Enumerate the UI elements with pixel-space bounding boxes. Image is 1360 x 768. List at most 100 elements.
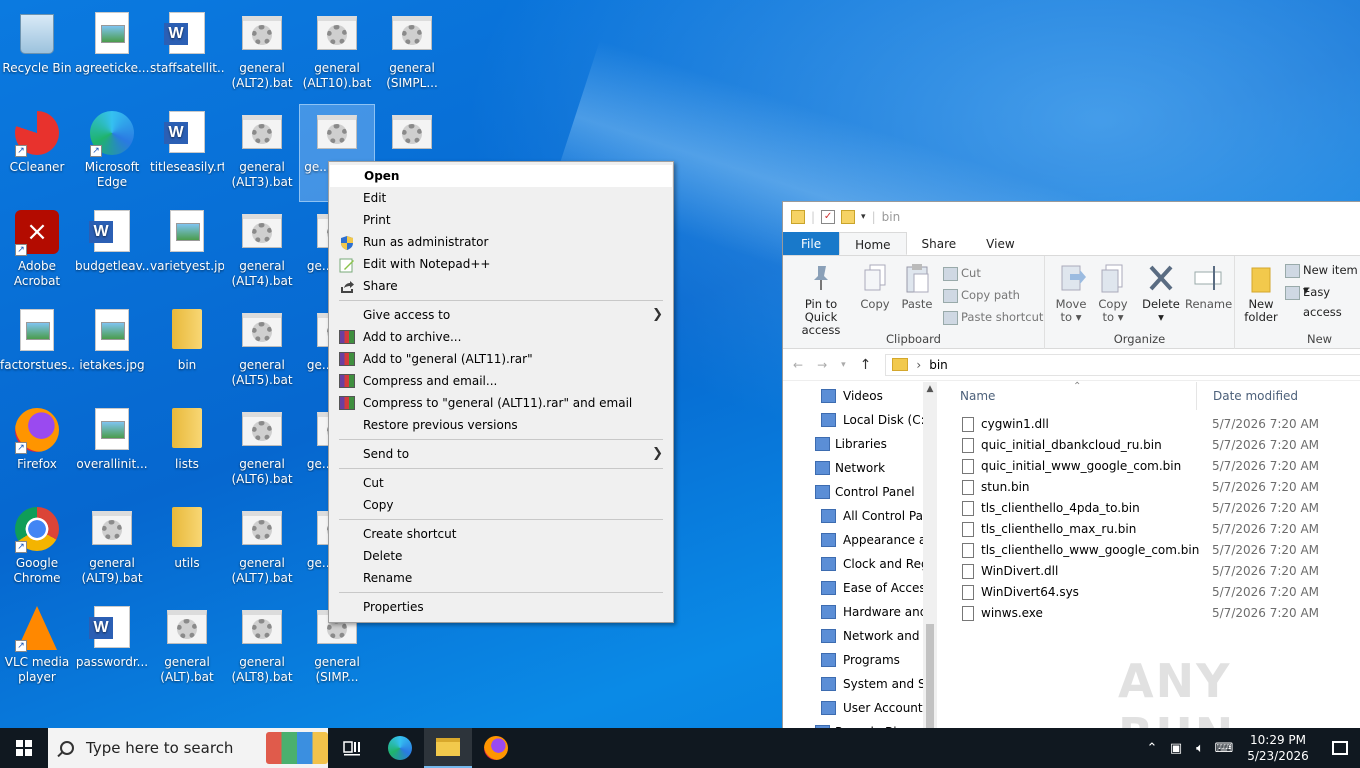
menu-compress-email[interactable]: Compress and email... xyxy=(329,370,673,392)
desktop-icon[interactable]: general (ALT5).bat xyxy=(225,303,299,399)
chevron-up-icon[interactable]: ⌃ xyxy=(1140,741,1164,756)
forward-arrow-icon[interactable]: → xyxy=(817,358,827,372)
address-path[interactable]: › bin xyxy=(885,353,1360,376)
copy-to-button[interactable]: Copy to ▾ xyxy=(1093,262,1133,324)
nav-item[interactable]: Network and Internet xyxy=(783,624,923,648)
nav-item[interactable]: Libraries xyxy=(783,432,923,456)
desktop-icon[interactable]: ietakes.jpg xyxy=(75,303,149,399)
desktop-icon[interactable]: general (ALT9).bat xyxy=(75,501,149,597)
nav-scrollbar[interactable]: ▲ xyxy=(923,382,937,728)
move-to-button[interactable]: Move to ▾ xyxy=(1051,262,1091,324)
task-view-button[interactable] xyxy=(328,728,376,768)
file-row[interactable]: winws.exe 5/7/2026 7:20 AM xyxy=(943,603,1360,624)
nav-item[interactable]: Network xyxy=(783,456,923,480)
tab-share[interactable]: Share xyxy=(907,232,972,255)
menu-give-access[interactable]: Give access to ❯ xyxy=(329,304,673,326)
desktop-icon[interactable]: Wstaffsatellit... xyxy=(150,6,224,102)
start-button[interactable] xyxy=(0,728,48,768)
nav-item[interactable]: All Control Panel Items xyxy=(783,504,923,528)
desktop-icon[interactable]: utils xyxy=(150,501,224,597)
pin-quick-access-button[interactable]: Pin to Quick access xyxy=(787,262,855,337)
menu-send-to[interactable]: Send to ❯ xyxy=(329,443,673,465)
scroll-up-icon[interactable]: ▲ xyxy=(923,382,937,396)
desktop-icon[interactable]: general (ALT3).bat xyxy=(225,105,299,201)
desktop-icon[interactable]: ↗ CCleaner xyxy=(0,105,74,201)
desktop-icon[interactable]: ↗ VLC media player xyxy=(0,600,74,696)
new-folder-button[interactable]: New folder xyxy=(1239,262,1283,324)
menu-create-shortcut[interactable]: Create shortcut xyxy=(329,523,673,545)
desktop-icon[interactable]: bin xyxy=(150,303,224,399)
file-row[interactable]: WinDivert64.sys 5/7/2026 7:20 AM xyxy=(943,582,1360,603)
taskbar-file-explorer[interactable] xyxy=(424,728,472,768)
paste-button[interactable]: Paste xyxy=(897,262,937,311)
network-icon[interactable]: ▣ xyxy=(1164,741,1188,756)
column-date-modified[interactable]: Date modified xyxy=(1197,382,1298,410)
file-row[interactable]: quic_initial_dbankcloud_ru.bin 5/7/2026 7… xyxy=(943,435,1360,456)
menu-open[interactable]: Open xyxy=(330,165,672,187)
copy-path-button[interactable]: Copy path xyxy=(943,285,1020,305)
nav-item[interactable]: Ease of Access xyxy=(783,576,923,600)
nav-scroll-thumb[interactable] xyxy=(926,624,934,728)
nav-item[interactable]: Control Panel xyxy=(783,480,923,504)
file-row[interactable]: cygwin1.dll 5/7/2026 7:20 AM xyxy=(943,414,1360,435)
menu-add-to-archive[interactable]: Add to archive... xyxy=(329,326,673,348)
delete-button[interactable]: Delete ▾ xyxy=(1141,262,1181,324)
file-row[interactable]: tls_clienthello_4pda_to.bin 5/7/2026 7:20… xyxy=(943,498,1360,519)
nav-item[interactable]: User Accounts xyxy=(783,696,923,720)
tab-view[interactable]: View xyxy=(971,232,1029,255)
rename-button[interactable]: Rename xyxy=(1185,262,1232,311)
file-row[interactable]: quic_initial_www_google_com.bin 5/7/2026 … xyxy=(943,456,1360,477)
nav-item[interactable]: Programs xyxy=(783,648,923,672)
desktop-icon[interactable]: general (ALT2).bat xyxy=(225,6,299,102)
menu-delete[interactable]: Delete xyxy=(329,545,673,567)
cut-button[interactable]: Cut xyxy=(943,263,981,283)
file-row[interactable]: tls_clienthello_max_ru.bin 5/7/2026 7:20 … xyxy=(943,519,1360,540)
menu-edit[interactable]: Edit xyxy=(329,187,673,209)
properties-check-icon[interactable]: ✓ xyxy=(821,210,836,224)
easy-access-button[interactable]: Easy access xyxy=(1285,282,1360,319)
copy-button[interactable]: Copy xyxy=(855,262,895,311)
paste-shortcut-button[interactable]: Paste shortcut xyxy=(943,307,1043,327)
nav-item[interactable]: Clock and Region xyxy=(783,552,923,576)
desktop-icon[interactable]: factorstues... xyxy=(0,303,74,399)
notification-button[interactable] xyxy=(1320,728,1360,768)
new-item-button[interactable]: New item ▾ xyxy=(1285,260,1360,297)
tab-home[interactable]: Home xyxy=(839,232,907,255)
desktop-icon[interactable]: overallinit... xyxy=(75,402,149,498)
taskbar-firefox[interactable] xyxy=(472,728,520,768)
up-arrow-icon[interactable]: ↑ xyxy=(860,357,872,373)
desktop-icon[interactable]: ↗ Microsoft Edge xyxy=(75,105,149,201)
desktop-icon[interactable]: Wpasswordr... xyxy=(75,600,149,696)
desktop-icon[interactable]: general (ALT10).bat xyxy=(300,6,374,102)
nav-item[interactable]: Videos xyxy=(783,384,923,408)
menu-add-to-rar[interactable]: Add to "general (ALT11).rar" xyxy=(329,348,673,370)
column-name[interactable]: ⌃ Name xyxy=(943,381,1197,410)
nav-item[interactable]: Appearance and Personalization xyxy=(783,528,923,552)
tab-file[interactable]: File xyxy=(783,232,840,255)
menu-print[interactable]: Print xyxy=(329,209,673,231)
desktop-icon[interactable]: general (ALT).bat xyxy=(150,600,224,696)
new-folder-icon[interactable] xyxy=(841,210,856,224)
desktop-icon[interactable]: varietyest.jpg xyxy=(150,204,224,300)
menu-run-as-admin[interactable]: Run as administrator xyxy=(329,231,673,253)
desktop-icon[interactable]: ↗ Firefox xyxy=(0,402,74,498)
desktop-icon[interactable]: general (ALT7).bat xyxy=(225,501,299,597)
keyboard-icon[interactable]: ⌨ xyxy=(1212,741,1236,756)
file-row[interactable]: stun.bin 5/7/2026 7:20 AM xyxy=(943,477,1360,498)
nav-item[interactable]: Recycle Bin xyxy=(783,720,923,728)
desktop-icon[interactable]: Wbudgetleav... xyxy=(75,204,149,300)
desktop-icon[interactable]: general (ALT8).bat xyxy=(225,600,299,696)
back-arrow-icon[interactable]: ← xyxy=(793,358,803,372)
nav-item[interactable]: System and Security xyxy=(783,672,923,696)
desktop-icon[interactable]: agreeticke... xyxy=(75,6,149,102)
desktop-icon[interactable]: general (ALT6).bat xyxy=(225,402,299,498)
desktop-icon[interactable]: ⨯ ↗ Adobe Acrobat xyxy=(0,204,74,300)
taskbar-search[interactable]: Type here to search xyxy=(48,728,328,768)
desktop-icon[interactable]: Wtitleseasily.rtf xyxy=(150,105,224,201)
desktop-icon[interactable]: general (ALT4).bat xyxy=(225,204,299,300)
nav-item[interactable]: Hardware and Sound xyxy=(783,600,923,624)
desktop-icon[interactable]: Recycle Bin xyxy=(0,6,74,102)
nav-item[interactable]: Local Disk (C:) xyxy=(783,408,923,432)
menu-compress-rar-email[interactable]: Compress to "general (ALT11).rar" and em… xyxy=(329,392,673,414)
menu-properties[interactable]: Properties xyxy=(329,596,673,618)
